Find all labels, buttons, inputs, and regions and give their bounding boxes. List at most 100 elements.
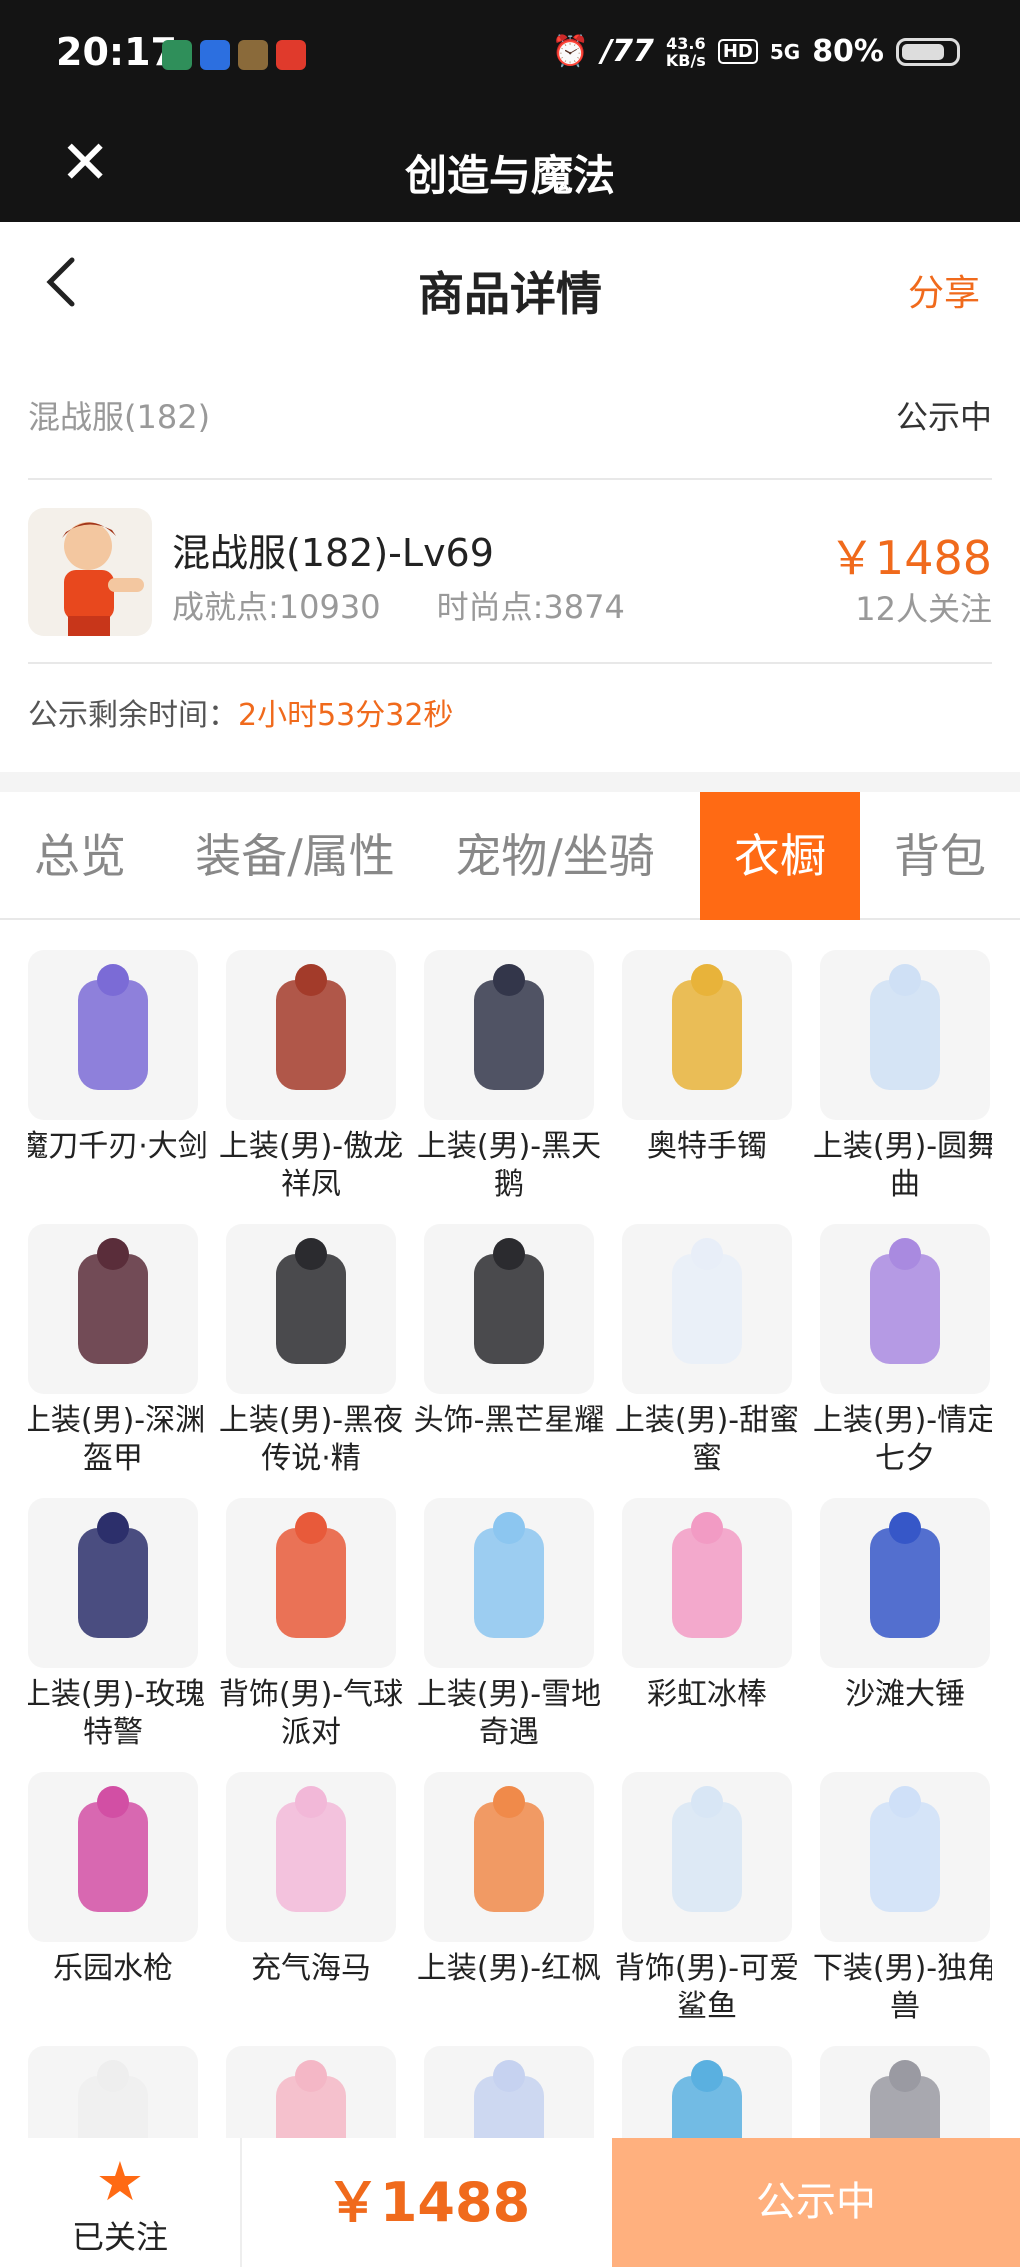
countdown: 公示剩余时间：2小时53分32秒: [28, 690, 453, 734]
item-label: 下装(男)-独角兽: [812, 1951, 992, 2024]
star-icon: ★: [95, 2150, 145, 2213]
bottom-bar: ★ 已关注 ￥1488 公示中: [0, 2138, 1020, 2267]
server-name: 混战服(182): [28, 398, 211, 436]
app-notification-icon: [276, 40, 306, 70]
wardrobe-item[interactable]: 背饰(男)-气球派对: [219, 1498, 403, 1752]
product-summary[interactable]: 混战服(182)-Lv69 成就点:10930 时尚点:3874 ￥1488 12…: [28, 482, 992, 664]
clock: 20:17: [56, 30, 177, 74]
wardrobe-item[interactable]: 充气海马: [226, 1772, 396, 1988]
item-thumbnail: [424, 1224, 594, 1394]
app-title: 创造与魔法: [404, 151, 615, 200]
hd-icon: HD: [717, 39, 758, 64]
wardrobe-grid: 魔刀千刃·大剑 上装(男)-傲龙祥凤 上装(男)-黑天鹅 奥特手镯 上装(男)-圆舞曲上…: [28, 950, 992, 2138]
wardrobe-item[interactable]: 沙滩大锤: [820, 1498, 990, 1714]
watcher-count: 12人关注: [855, 590, 992, 628]
wardrobe-item[interactable]: 上装(男)-甜蜜蜜: [615, 1224, 799, 1478]
item-thumbnail: [622, 2046, 792, 2138]
wardrobe-item[interactable]: 魔刀千刃·大剑: [28, 950, 208, 1166]
wardrobe-item[interactable]: 彩虹冰棒: [622, 1498, 792, 1714]
product-price: ￥1488: [828, 531, 992, 585]
status-bar: 20:17 ⏰ /77 43.6 KB/s HD 5G 80%: [0, 0, 1020, 110]
item-thumbnail: [622, 950, 792, 1120]
app-notification-icon: [238, 40, 268, 70]
countdown-label: 公示剩余时间：: [28, 698, 238, 733]
bottom-price: ￥1488: [325, 2171, 531, 2234]
fashion-points: 时尚点:3874: [436, 588, 625, 626]
app-notification-icon: [200, 40, 230, 70]
item-thumbnail: [820, 1498, 990, 1668]
countdown-value: 2小时53分32秒: [238, 698, 454, 733]
tab-overview[interactable]: 总览: [0, 792, 160, 920]
product-name: 混战服(182)-Lv69: [172, 531, 494, 575]
item-thumbnail: [424, 1772, 594, 1942]
wardrobe-item[interactable]: 上装(男)-雪地奇遇: [417, 1498, 601, 1752]
wardrobe-item[interactable]: 上装(男)-情定七夕: [813, 1224, 992, 1478]
wardrobe-item[interactable]: 下装(男)-独角兽: [813, 1772, 992, 2026]
wardrobe-item[interactable]: 乐园水枪: [28, 1772, 198, 1988]
follow-button[interactable]: ★ 已关注: [0, 2138, 242, 2267]
item-thumbnail: [622, 1224, 792, 1394]
item-thumbnail: [226, 2046, 396, 2138]
app-notification-icon: [162, 40, 192, 70]
page-header: 商品详情 分享: [0, 222, 1020, 352]
tab-wardrobe[interactable]: 衣橱: [700, 792, 860, 920]
item-thumbnail: [226, 1224, 396, 1394]
tab-equipment[interactable]: 装备/属性: [170, 792, 420, 920]
signal-icon: 5G: [769, 39, 801, 64]
wardrobe-item[interactable]: [622, 2046, 792, 2138]
wardrobe-item[interactable]: 上装(男)-黑天鹅: [417, 950, 601, 1204]
tab-backpack[interactable]: 背包: [860, 792, 1020, 920]
status-indicators: ⏰ /77 43.6 KB/s HD 5G 80%: [552, 34, 960, 69]
share-button[interactable]: 分享: [908, 264, 980, 316]
page-title: 商品详情: [418, 267, 602, 321]
section-divider: [0, 772, 1020, 792]
item-label: 魔刀千刃·大剑: [28, 1129, 208, 1164]
wardrobe-item[interactable]: 上装(男)-红枫: [417, 1772, 601, 1988]
wardrobe-item[interactable]: [226, 2046, 396, 2138]
wardrobe-item[interactable]: 上装(男)-傲龙祥凤: [219, 950, 403, 1204]
notification-icons: [162, 40, 306, 70]
item-label: 背饰(男)-气球派对: [218, 1677, 404, 1750]
speed-icon: /77: [601, 34, 654, 69]
item-label: 上装(男)-圆舞曲: [812, 1129, 992, 1202]
wardrobe-item[interactable]: [820, 2046, 990, 2138]
wardrobe-item[interactable]: 上装(男)-深渊盔甲: [28, 1224, 205, 1478]
tab-pets-mounts[interactable]: 宠物/坐骑: [430, 792, 680, 920]
item-thumbnail: [820, 1224, 990, 1394]
item-thumbnail: [226, 1772, 396, 1942]
wardrobe-item[interactable]: 上装(男)-圆舞曲: [813, 950, 992, 1204]
server-status: 公示中: [895, 398, 992, 436]
item-thumbnail: [424, 2046, 594, 2138]
product-stats: 成就点:10930 时尚点:3874: [172, 582, 625, 628]
achievement-points: 成就点:10930: [172, 588, 381, 626]
item-thumbnail: [820, 2046, 990, 2138]
wardrobe-item[interactable]: [28, 2046, 198, 2138]
app-bar: ✕ 创造与魔法: [0, 110, 1020, 222]
item-thumbnail: [424, 1498, 594, 1668]
wardrobe-item[interactable]: 背饰(男)-可爱鲨鱼: [615, 1772, 799, 2026]
item-thumbnail: [28, 1772, 198, 1942]
item-thumbnail: [424, 950, 594, 1120]
item-label: 上装(男)-深渊盔甲: [28, 1403, 206, 1476]
item-thumbnail: [820, 1772, 990, 1942]
item-thumbnail: [28, 1224, 198, 1394]
wardrobe-item[interactable]: [424, 2046, 594, 2138]
item-label: 上装(男)-甜蜜蜜: [614, 1403, 800, 1476]
item-label: 上装(男)-黑夜传说·精: [218, 1403, 404, 1476]
item-label: 奥特手镯: [647, 1129, 767, 1164]
wardrobe-item[interactable]: 头饰-黑芒星耀: [414, 1224, 604, 1440]
wardrobe-item[interactable]: 上装(男)-玫瑰特警: [28, 1498, 205, 1752]
publicity-status-button[interactable]: 公示中: [612, 2138, 1020, 2267]
item-label: 彩虹冰棒: [647, 1677, 767, 1712]
alarm-icon: ⏰: [551, 34, 590, 69]
item-label: 上装(男)-雪地奇遇: [416, 1677, 602, 1750]
tab-bar: 总览 装备/属性 宠物/坐骑 衣橱 背包: [0, 792, 1020, 920]
item-thumbnail: [28, 1498, 198, 1668]
wardrobe-item[interactable]: 奥特手镯: [622, 950, 792, 1166]
item-label: 乐园水枪: [53, 1951, 173, 1986]
item-label: 上装(男)-傲龙祥凤: [218, 1129, 404, 1202]
battery-icon: [896, 37, 960, 66]
follow-label: 已关注: [71, 2218, 168, 2256]
battery-level: [902, 43, 944, 60]
wardrobe-item[interactable]: 上装(男)-黑夜传说·精: [219, 1224, 403, 1478]
